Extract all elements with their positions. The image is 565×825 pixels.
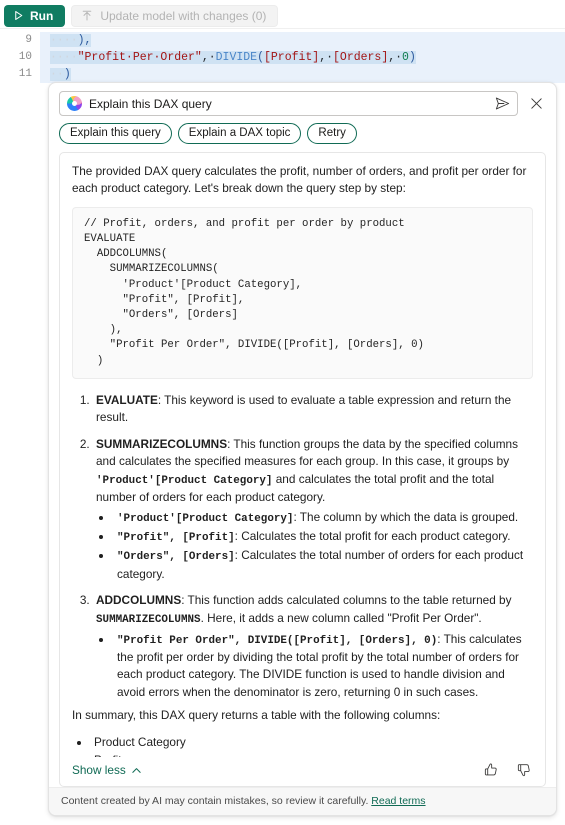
response-intro-paragraph: The provided DAX query calculates the pr…	[72, 164, 527, 196]
ai-disclaimer-text: Content created by AI may contain mistak…	[61, 795, 369, 807]
code-line[interactable]: 9 ····),	[0, 32, 565, 49]
step-sub-item: "Orders", [Orders]: Calculates the total…	[113, 547, 533, 583]
suggestion-chip[interactable]: Explain a DAX topic	[177, 123, 302, 144]
sub-item-code: "Profit", [Profit]	[117, 532, 235, 545]
update-model-button[interactable]: Update model with changes (0)	[71, 4, 279, 27]
chevron-up-icon	[131, 765, 142, 776]
close-x-icon[interactable]	[526, 94, 546, 114]
step-term: SUMMARIZECOLUMNS	[96, 436, 228, 451]
play-triangle-icon	[13, 10, 24, 21]
explanation-step: ADDCOLUMNS: This function adds calculate…	[93, 592, 533, 701]
sub-item-text: : Calculates the total profit for each p…	[234, 529, 511, 544]
thumbs-down-icon[interactable]	[516, 762, 532, 778]
line-number: 11	[0, 66, 40, 83]
run-button-label: Run	[30, 8, 54, 23]
run-button[interactable]: Run	[4, 4, 66, 27]
step-sub-item: "Profit Per Order", DIVIDE([Profit], [Or…	[113, 631, 533, 702]
thumbs-up-icon[interactable]	[483, 762, 499, 778]
code-text[interactable]: ····"Profit·Per·Order",·DIVIDE([Profit],…	[40, 49, 565, 66]
step-term: EVALUATE	[96, 392, 158, 407]
suggestion-chip[interactable]: Retry	[307, 123, 357, 144]
step-sub-item: "Profit", [Profit]: Calculates the total…	[113, 528, 533, 546]
summary-column-item: Product Category	[91, 734, 533, 751]
step-inline-code: 'Product'[Product Category]	[96, 474, 273, 487]
step-sub-item: 'Product'[Product Category]: The column …	[113, 509, 533, 527]
summary-intro-paragraph: In summary, this DAX query returns a tab…	[72, 708, 441, 723]
copilot-prompt-row: Explain this DAX query	[49, 83, 556, 116]
explanation-step: EVALUATE: This keyword is used to evalua…	[93, 392, 533, 427]
update-model-label: Update model with changes (0)	[100, 8, 267, 23]
feedback-controls	[483, 762, 532, 778]
sub-item-text: : The column by which the data is groupe…	[293, 510, 519, 525]
copilot-suggestion-chips: Explain this query Explain a DAX topic Ret…	[49, 116, 556, 152]
summary-columns-list: Product CategoryProfitOrdersProfit Per O…	[72, 734, 533, 757]
line-number: 9	[0, 32, 40, 49]
editor-toolbar: Run Update model with changes (0)	[0, 0, 565, 28]
step-body-tail: . Here, it adds a new column called "Pro…	[200, 610, 482, 625]
show-less-label: Show less	[72, 763, 126, 777]
copilot-prompt-input[interactable]: Explain this DAX query	[89, 97, 493, 111]
step-body: : This function adds calculated columns …	[181, 593, 512, 608]
step-inline-code: SUMMARIZECOLUMNS	[96, 613, 201, 626]
code-line[interactable]: 11 ··)	[0, 66, 565, 83]
copilot-response-footer: Show less	[60, 757, 545, 786]
suggestion-chip[interactable]: Explain this query	[59, 123, 172, 144]
code-text[interactable]: ··)	[40, 66, 565, 83]
sub-item-code: "Orders", [Orders]	[117, 551, 235, 564]
line-number: 10	[0, 49, 40, 66]
copilot-prompt-box[interactable]: Explain this DAX query	[59, 91, 518, 116]
code-text[interactable]: ····),	[40, 32, 565, 49]
step-body: : This keyword is used to evaluate a tab…	[96, 392, 512, 425]
step-term: ADDCOLUMNS	[96, 593, 182, 608]
send-paper-plane-icon[interactable]	[493, 95, 511, 113]
copilot-icon	[67, 96, 82, 111]
step-sub-list: "Profit Per Order", DIVIDE([Profit], [Or…	[96, 631, 533, 702]
copilot-response-body: The provided DAX query calculates the pr…	[60, 153, 545, 757]
ai-disclaimer: Content created by AI may contain mistak…	[49, 787, 556, 815]
code-line[interactable]: 10 ····"Profit·Per·Order",·DIVIDE([Profit…	[0, 49, 565, 66]
explanation-step: SUMMARIZECOLUMNS: This function groups t…	[93, 436, 533, 583]
show-less-button[interactable]: Show less	[72, 763, 142, 777]
copilot-panel: Explain this DAX query Explain this quer…	[48, 82, 557, 816]
read-terms-link[interactable]: Read terms	[371, 795, 425, 807]
sub-item-code: 'Product'[Product Category]	[117, 513, 294, 526]
code-lines: 9 ····), 10 ····"Profit·Per·Order",·DIVIDE(…	[0, 32, 565, 83]
dax-code-editor[interactable]: 9 ····), 10 ····"Profit·Per·Order",·DIVIDE(…	[0, 28, 565, 83]
sub-item-code: "Profit Per Order", DIVIDE([Profit], [Or…	[117, 634, 438, 647]
explanation-steps-list: EVALUATE: This keyword is used to evalua…	[72, 392, 533, 701]
dax-code-block: // Profit, orders, and profit per order …	[72, 206, 533, 379]
copilot-response-card: The provided DAX query calculates the pr…	[59, 152, 546, 787]
upload-arrow-icon	[81, 10, 93, 22]
step-sub-list: 'Product'[Product Category]: The column …	[96, 509, 533, 583]
